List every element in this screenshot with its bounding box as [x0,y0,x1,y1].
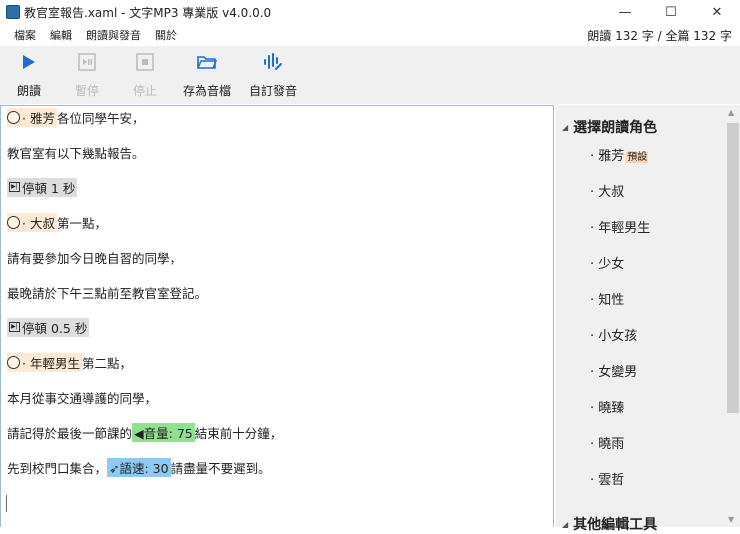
custom-pronunciation-button[interactable]: 自訂發音 [240,46,306,104]
face-icon [7,215,20,229]
scrollbar[interactable]: ▲ ▼ [725,105,740,527]
role-item[interactable]: · 少女 [590,253,624,272]
role-name: · 年輕男生 [22,355,80,371]
menu-speech[interactable]: 朗讀與發音 [79,27,148,43]
close-button[interactable]: ✕ [694,0,740,24]
role-item[interactable]: · 雲哲 [590,469,624,488]
title-bar: 教官室報告.xaml - 文字MP3 專業版 v4.0.0.0 — ☐ ✕ [0,0,740,24]
editor-line: · 年輕男生 第二點， [7,352,132,372]
scroll-up-icon[interactable]: ▲ [728,108,734,117]
pause-text: 停頓 1 秒 [22,180,76,196]
default-badge: 預設 [626,152,649,163]
rocket-icon: ➶ [109,460,120,476]
role-tag[interactable]: · 大叔 [7,212,57,232]
line-text: 結束前十分鐘， [194,425,283,441]
role-name: · 大叔 [22,215,55,231]
role-item[interactable]: · 雅芳 預設 [590,145,649,164]
role-name: · 雅芳 [22,110,55,126]
editor-line: · 雅芳 各位同學午安， [7,107,145,127]
role-item[interactable]: · 曉臻 [590,397,624,416]
menu-file[interactable]: 檔案 [7,27,43,43]
line-text: 第二點， [81,355,132,371]
save-audio-label: 存為音檔 [182,84,231,98]
folder-icon [197,52,217,72]
role-item[interactable]: · 知性 [590,289,624,308]
pause-text: 停頓 0.5 秒 [22,320,88,336]
editor-line: ▶| 停頓 0.5 秒 [7,317,90,337]
save-audio-button[interactable]: 存為音檔 [174,46,240,104]
scrollbar-thumb[interactable] [727,123,739,413]
stop-label: 停止 [132,84,157,98]
toolbar: 朗讀 暫停 停止 存為音檔 自訂發音 [0,46,740,104]
role-item[interactable]: · 大叔 [590,181,624,200]
volume-text: 音量: 75 [143,425,193,441]
read-button[interactable]: 朗讀 [0,46,58,104]
collapse-icon: ◢ [562,519,569,529]
stop-icon [136,52,154,72]
speed-tag[interactable]: ➶語速: 30 [107,457,171,477]
role-section-title: 選擇朗讀角色 [573,120,658,136]
play-icon [22,52,36,72]
pause-icon [78,52,96,72]
window-title: 教官室報告.xaml - 文字MP3 專業版 v4.0.0.0 [24,5,272,20]
line-text: 請記得於最後一節課的 [7,425,133,441]
face-icon [7,355,20,369]
editor-line: ▶| 停頓 1 秒 [7,177,78,197]
word-counter: 朗讀 132 字 / 全篇 132 字 [587,29,732,43]
role-item[interactable]: · 小女孩 [590,325,637,344]
line-text: 先到校門口集合， [7,460,108,476]
role-tag[interactable]: · 雅芳 [7,107,57,127]
pause-tag[interactable]: ▶| 停頓 0.5 秒 [7,317,90,337]
role-panel: ◢ 選擇朗讀角色 · 雅芳 預設 · 大叔 · 年輕男生 · 少女 · 知性 · 小… [556,105,740,533]
stop-button[interactable]: 停止 [116,46,174,104]
editor-line: 請記得於最後一節課的 ◀音量: 75 結束前十分鐘， [7,422,283,442]
pause-button[interactable]: 暫停 [58,46,116,104]
app-icon [6,5,20,19]
pause-tag[interactable]: ▶| 停頓 1 秒 [7,177,78,197]
editor-line: 先到校門口集合， ➶語速: 30 請盡量不要遲到。 [7,457,271,477]
role-item[interactable]: · 女變男 [590,361,637,380]
role-item[interactable]: · 曉雨 [590,433,624,452]
line-text: 請盡量不要遲到。 [170,460,271,476]
editor-line: 請有要參加今日晚自習的同學， [7,250,183,266]
role-tag[interactable]: · 年輕男生 [7,352,82,372]
text-cursor [6,495,7,512]
voice-wave-icon [263,52,283,72]
speed-text: 語速: 30 [119,460,169,476]
tools-section-header[interactable]: ◢ 其他編輯工具 [562,514,657,534]
editor-line: 最晚請於下午三點前至教官室登記。 [7,285,208,301]
editor-line: 教官室有以下幾點報告。 [7,145,145,161]
minimize-button[interactable]: — [602,0,648,24]
pause-icon: ▶| [9,322,20,332]
volume-tag[interactable]: ◀音量: 75 [132,422,195,442]
speaker-icon: ◀ [134,425,144,441]
line-text: 第一點， [56,215,107,231]
role-item[interactable]: · 年輕男生 [590,217,650,236]
editor-line: 本月從事交通導護的同學， [7,390,158,406]
read-label: 朗讀 [16,84,41,98]
maximize-button[interactable]: ☐ [648,0,694,24]
pause-icon: ▶| [9,182,20,192]
collapse-icon: ◢ [562,122,569,132]
tools-section-title: 其他編輯工具 [573,517,658,533]
line-text: 各位同學午安， [56,110,145,126]
editor-line: · 大叔 第一點， [7,212,107,232]
text-editor[interactable]: · 雅芳 各位同學午安， 教官室有以下幾點報告。 ▶| 停頓 1 秒 · 大叔 第一點… [0,105,554,527]
role-section-header[interactable]: ◢ 選擇朗讀角色 [562,117,657,137]
menu-about[interactable]: 關於 [148,27,184,43]
pause-label: 暫停 [74,84,99,98]
custom-pronunciation-label: 自訂發音 [248,84,297,98]
face-icon [7,110,20,124]
menu-edit[interactable]: 編輯 [43,27,79,43]
scroll-down-icon[interactable]: ▼ [728,515,734,524]
role-label: · 雅芳 [590,149,625,164]
